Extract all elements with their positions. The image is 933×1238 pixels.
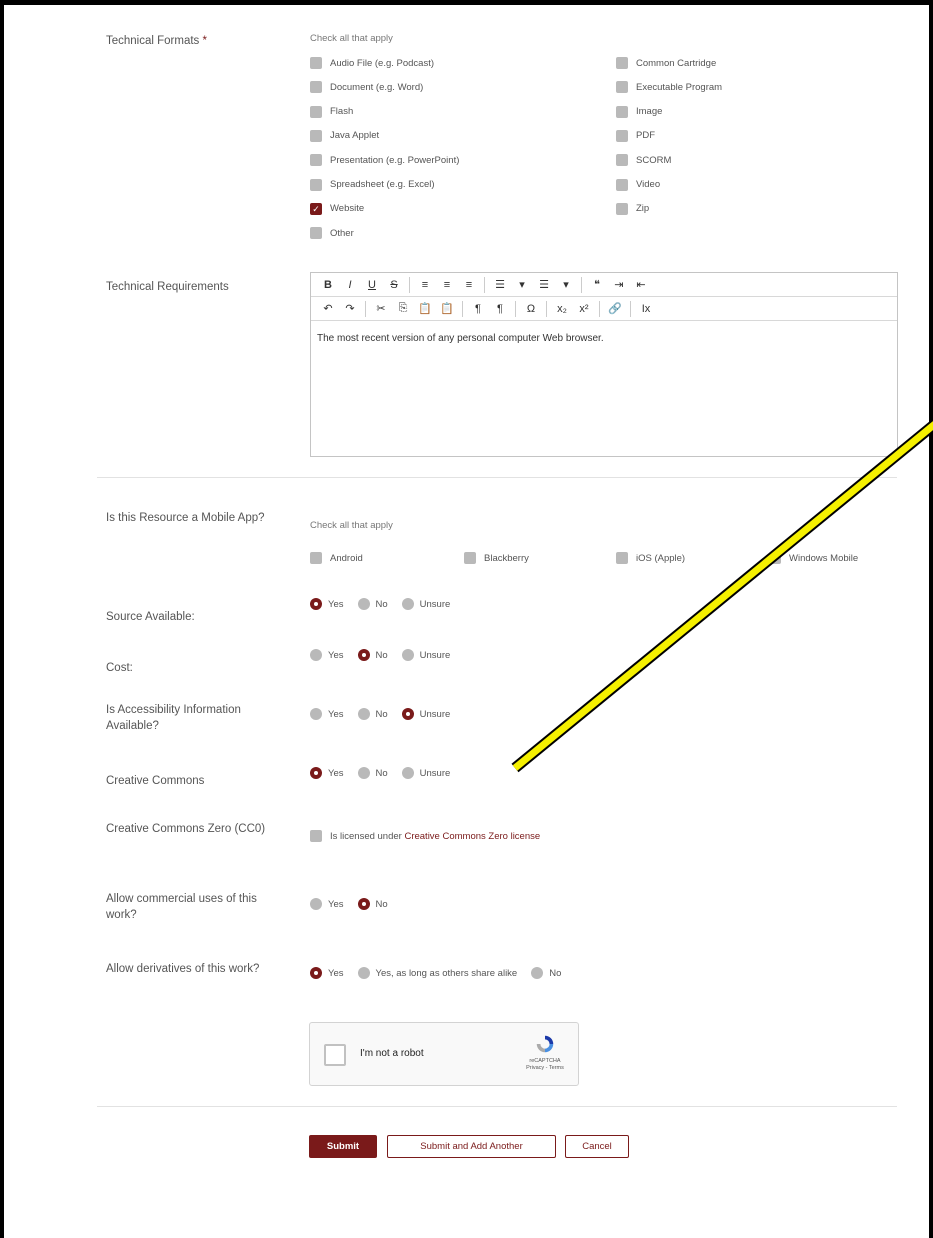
- annotation-arrow: [511, 419, 933, 773]
- annotation-arrow-fill: [512, 421, 933, 771]
